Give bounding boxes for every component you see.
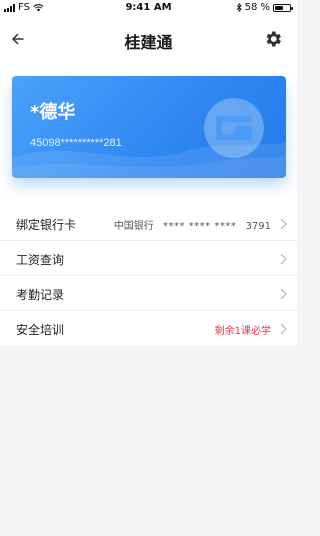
chevron-right-icon bbox=[280, 253, 287, 265]
worker-name: *德华 bbox=[30, 102, 76, 123]
menu-list: 绑定银行卡 中国银行 **** **** **** 3791 工资查询 考勤记录… bbox=[0, 206, 297, 346]
menu-item-salary-query[interactable]: 工资查询 bbox=[0, 241, 297, 276]
chevron-right-icon bbox=[280, 218, 287, 230]
bank-card-summary: 中国银行 **** **** **** 3791 bbox=[114, 217, 271, 232]
bank-name: 中国银行 bbox=[113, 221, 154, 232]
guijian-logo-icon bbox=[204, 98, 264, 158]
bluetooth-icon bbox=[236, 3, 242, 12]
gear-icon[interactable] bbox=[263, 29, 283, 49]
chevron-right-icon bbox=[280, 323, 287, 335]
menu-item-attendance-records[interactable]: 考勤记录 bbox=[0, 276, 297, 311]
battery-fill bbox=[275, 5, 283, 10]
menu-item-label: 绑定银行卡 bbox=[16, 218, 77, 232]
card-mask: **** **** **** bbox=[163, 221, 237, 232]
menu-item-label: 考勤记录 bbox=[16, 288, 65, 302]
page-title: 桂建通 bbox=[124, 33, 173, 52]
menu-item-bind-bank-card[interactable]: 绑定银行卡 中国银行 **** **** **** 3791 bbox=[0, 206, 297, 241]
nav-bar: 桂建通 bbox=[0, 16, 297, 64]
battery-percent: 58 % bbox=[244, 2, 270, 13]
card-area: *德华 45098**********281 bbox=[0, 64, 297, 206]
worker-id-number: 45098**********281 bbox=[30, 137, 122, 149]
worker-card[interactable]: *德华 45098**********281 bbox=[12, 76, 286, 178]
battery-icon bbox=[273, 3, 293, 12]
training-remaining-note: 剩余1课必学 bbox=[214, 326, 271, 337]
card-last4: 3791 bbox=[245, 221, 271, 232]
status-right: 58 % bbox=[236, 2, 293, 13]
menu-item-label: 工资查询 bbox=[16, 253, 65, 267]
menu-item-label: 安全培训 bbox=[16, 323, 65, 337]
chevron-right-icon bbox=[280, 288, 287, 300]
menu-item-safety-training[interactable]: 安全培训 剩余1课必学 bbox=[0, 311, 297, 346]
app-screen: FS 9:41 AM 58 % 桂建通 *德华 45098**********2… bbox=[0, 0, 297, 536]
status-bar: FS 9:41 AM 58 % bbox=[0, 0, 297, 16]
